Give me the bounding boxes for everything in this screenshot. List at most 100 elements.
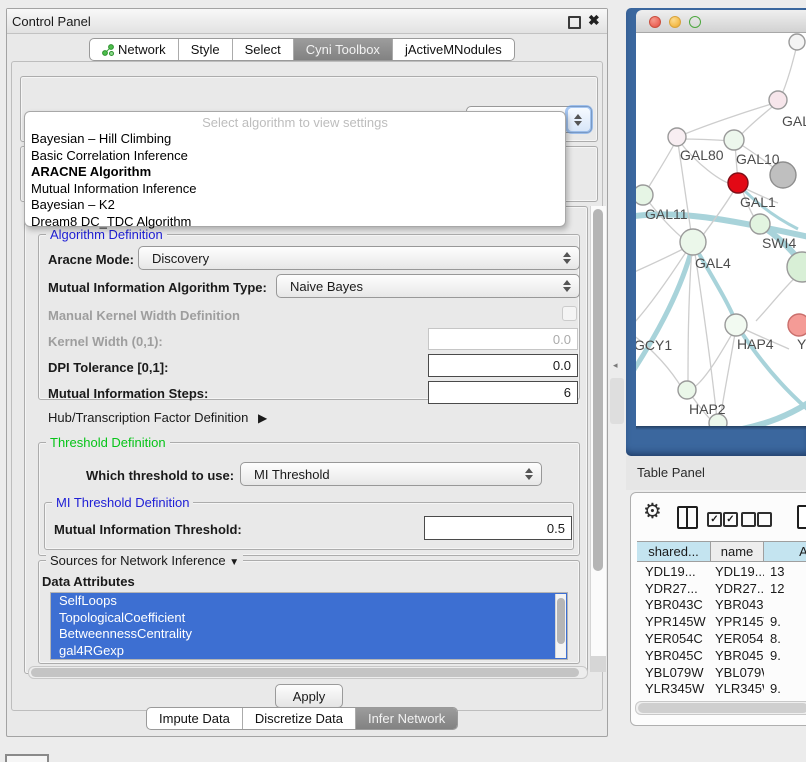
network-node-y[interactable] [788, 314, 806, 336]
column-header-next[interactable]: A [764, 541, 806, 562]
deselect-all-checkbox-icon2[interactable] [757, 512, 772, 527]
expander-arrow-icon[interactable]: ▶ [258, 411, 267, 425]
table-cell[interactable]: 9. [764, 681, 806, 696]
select-all-checkbox-icon[interactable]: ✓ [707, 512, 722, 527]
aracne-mode-combo[interactable]: Discovery [138, 246, 580, 270]
collapse-arrow-icon[interactable]: ▼ [229, 557, 239, 568]
table-cell[interactable]: YDL19... [637, 564, 711, 579]
table-cell[interactable]: YBL079W [711, 665, 764, 680]
network-node-gal[interactable] [769, 91, 787, 109]
attribute-item[interactable]: TopologicalCoefficient [51, 610, 567, 627]
table-cell[interactable]: 8. [764, 631, 806, 646]
maximize-traffic-light[interactable] [689, 16, 701, 28]
algorithm-option[interactable]: Bayesian – Hill Climbing [25, 131, 565, 148]
scrollbar-thumb[interactable] [593, 209, 603, 571]
table-row[interactable]: YDR27...YDR27...12 [637, 580, 806, 597]
network-titlebar[interactable] [636, 10, 806, 33]
algorithm-option[interactable]: Dream8 DC_TDC Algorithm [25, 214, 565, 231]
table-cell[interactable]: 12 [764, 581, 806, 596]
float-window-icon[interactable] [568, 16, 581, 29]
table-cell[interactable]: YBR045C [711, 648, 764, 663]
panel-splitter[interactable] [610, 378, 624, 424]
table-cell[interactable]: YPR145W [711, 614, 764, 629]
hub-definition-expander[interactable]: Hub/Transcription Factor Definition ▶ [48, 410, 267, 425]
settings-vertical-scrollbar[interactable] [590, 206, 606, 672]
table-cell[interactable]: 13 [764, 564, 806, 579]
table-row[interactable]: YER054CYER054C8. [637, 630, 806, 647]
manual-kernel-checkbox[interactable] [562, 306, 577, 321]
split-columns-icon[interactable] [677, 506, 698, 529]
attribute-item[interactable]: gal4RGexp [51, 643, 567, 660]
mi-steps-input[interactable]: 6 [428, 381, 578, 404]
algorithm-option[interactable]: Mutual Information Inference [25, 181, 565, 198]
table-row[interactable]: YBR043CYBR043C [637, 597, 806, 614]
close-traffic-light[interactable] [649, 16, 661, 28]
dpi-tolerance-input[interactable]: 0.0 [428, 354, 578, 377]
docked-panel-icon[interactable] [5, 754, 49, 762]
mi-algorithm-type-combo[interactable]: Naive Bayes [276, 274, 580, 298]
bottom-tab-discretize-data[interactable]: Discretize Data [243, 708, 356, 729]
network-node-gal11[interactable] [636, 185, 653, 205]
splitter-collapse-arrow[interactable]: ◂ [613, 360, 618, 371]
table-cell[interactable]: YLR345W [637, 681, 711, 696]
table-row[interactable]: YBR045CYBR045C9. [637, 647, 806, 664]
gear-icon[interactable]: ⚙ [643, 499, 662, 524]
bottom-tab-infer-network[interactable]: Infer Network [356, 708, 457, 729]
combo-focus-button[interactable] [568, 108, 590, 131]
table-row[interactable]: YPR145WYPR145W9. [637, 613, 806, 630]
which-threshold-combo[interactable]: MI Threshold [240, 462, 542, 486]
attributes-scrollbar-thumb[interactable] [557, 598, 565, 644]
table-row[interactable]: YLR345WYLR345W9. [637, 681, 806, 698]
sources-group-title[interactable]: Sources for Network Inference ▼ [46, 553, 243, 568]
table-cell[interactable]: YBR043C [711, 597, 764, 612]
column-header-shared-name[interactable]: shared... [637, 541, 711, 562]
table-cell[interactable]: YDR27... [711, 581, 764, 596]
tab-style[interactable]: Style [179, 39, 233, 60]
algorithm-option[interactable]: Bayesian – K2 [25, 197, 565, 214]
algorithm-option[interactable]: ARACNE Algorithm [25, 164, 565, 181]
table-cell[interactable]: YPR145W [637, 614, 711, 629]
close-icon[interactable]: ✖ [588, 12, 600, 29]
control-panel-titlebar[interactable]: Control Panel ✖ [7, 9, 607, 34]
table-cell[interactable]: 9. [764, 648, 806, 663]
table-cell[interactable]: YBR045C [637, 648, 711, 663]
table-cell[interactable]: YER054C [637, 631, 711, 646]
network-node-hap4[interactable] [725, 314, 747, 336]
attribute-item[interactable]: BetweennessCentrality [51, 626, 567, 643]
table-scrollbar-thumb[interactable] [638, 703, 806, 713]
bottom-tab-impute-data[interactable]: Impute Data [147, 708, 243, 729]
network-node-hap2[interactable] [678, 381, 696, 399]
table-cell[interactable]: YBL079W [637, 665, 711, 680]
algorithm-option[interactable]: Basic Correlation Inference [25, 148, 565, 165]
network-canvas[interactable]: GALGAL80GAL10GAL1GAL11SWI4GAL4GCY1HAP4YH… [636, 33, 806, 426]
tab-select[interactable]: Select [233, 39, 294, 60]
table-cell[interactable]: YDR27... [637, 581, 711, 596]
network-node-gal1[interactable] [728, 173, 748, 193]
network-node-gal10[interactable] [724, 130, 744, 150]
network-node[interactable] [789, 34, 805, 50]
kernel-width-input[interactable]: 0.0 [428, 328, 578, 350]
table-horizontal-scrollbar[interactable] [635, 701, 806, 715]
network-node-gal80[interactable] [668, 128, 686, 146]
mi-threshold-input[interactable]: 0.5 [424, 516, 572, 540]
network-node-gal4[interactable] [680, 229, 706, 255]
table-cell[interactable]: YLR345W [711, 681, 764, 696]
tab-network[interactable]: Network [90, 39, 179, 60]
network-node[interactable] [787, 252, 806, 282]
table-cell[interactable]: YER054C [711, 631, 764, 646]
table-row[interactable]: YBL079WYBL079W [637, 664, 806, 681]
column-header-name[interactable]: name [711, 541, 764, 562]
horizontal-scrollbar[interactable] [28, 666, 588, 679]
deselect-all-checkbox-icon[interactable] [741, 512, 756, 527]
minimize-traffic-light[interactable] [669, 16, 681, 28]
table-cell[interactable]: 9. [764, 614, 806, 629]
table-row[interactable]: YDL19...YDL19...13 [637, 563, 806, 580]
apply-button[interactable]: Apply [275, 684, 343, 708]
table-cell[interactable]: YBR043C [637, 597, 711, 612]
network-node-swi4[interactable] [750, 214, 770, 234]
new-table-icon[interactable] [797, 505, 806, 529]
select-all-checkbox-icon2[interactable]: ✓ [723, 512, 738, 527]
tab-cyni-toolbox[interactable]: Cyni Toolbox [294, 39, 393, 60]
attributes-scrollbar[interactable] [555, 594, 566, 658]
tab-jactivemnodules[interactable]: jActiveMNodules [393, 39, 514, 60]
